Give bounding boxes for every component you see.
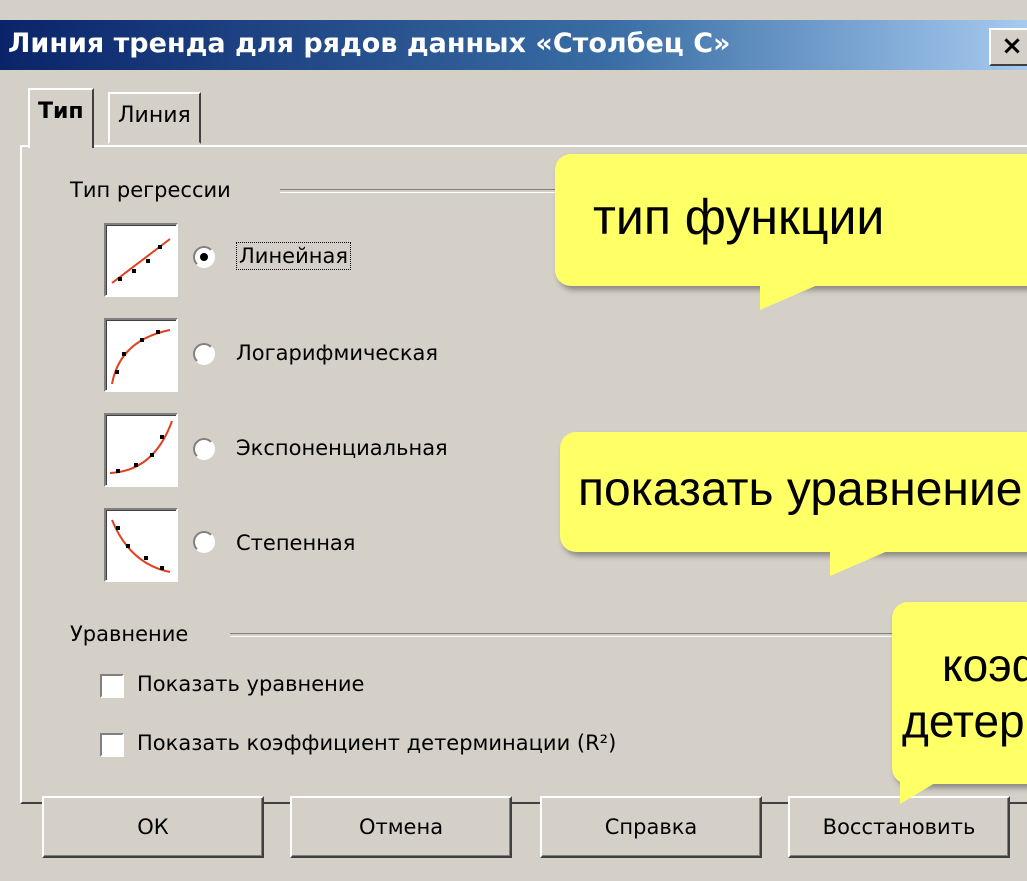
radio-exponential-label[interactable]: Экспоненциальная xyxy=(236,436,448,460)
show-r2-checkbox[interactable] xyxy=(100,733,124,757)
help-button[interactable]: Справка xyxy=(540,796,762,858)
radio-linear-label[interactable]: Линейная xyxy=(236,242,351,270)
close-icon: × xyxy=(1001,31,1023,61)
show-equation-checkbox[interactable] xyxy=(100,674,124,698)
linear-trend-icon[interactable] xyxy=(104,223,178,297)
radio-exponential[interactable] xyxy=(193,438,215,460)
radio-power[interactable] xyxy=(193,531,215,553)
window-title: Линия тренда для рядов данных «Столбец С… xyxy=(8,28,731,59)
radio-logarithmic[interactable] xyxy=(193,343,215,365)
power-trend-icon[interactable] xyxy=(104,508,178,582)
callout-function-type: тип функции xyxy=(555,154,1027,286)
cancel-button[interactable]: Отмена xyxy=(290,796,512,858)
radio-power-label[interactable]: Степенная xyxy=(236,531,355,555)
callout-coefficient: коэффициент детерминации xyxy=(892,602,1027,784)
reset-button[interactable]: Восстановить xyxy=(788,796,1010,858)
equation-group-divider xyxy=(230,633,1000,637)
radio-logarithmic-label[interactable]: Логарифмическая xyxy=(236,341,438,365)
ok-button[interactable]: ОК xyxy=(42,796,264,858)
radio-linear[interactable] xyxy=(193,246,215,268)
tab-type[interactable]: Тип xyxy=(28,88,94,148)
callout-coefficient-line1: коэффициент xyxy=(942,639,1027,691)
callout-coefficient-tail xyxy=(900,780,940,804)
callout-show-equation-tail xyxy=(830,550,890,576)
callout-function-type-tail xyxy=(760,284,820,310)
trendline-dialog: Линия тренда для рядов данных «Столбец С… xyxy=(0,0,1027,881)
logarithmic-trend-icon[interactable] xyxy=(104,318,178,392)
callout-show-equation: показать уравнение xyxy=(560,432,1027,552)
callout-function-type-text: тип функции xyxy=(593,189,885,245)
exponential-trend-icon[interactable] xyxy=(104,413,178,487)
title-bar: Линия тренда для рядов данных «Столбец С… xyxy=(0,20,1027,70)
equation-group-label: Уравнение xyxy=(70,622,199,646)
callout-coefficient-line2: детерминации xyxy=(902,695,1027,747)
show-equation-label[interactable]: Показать уравнение xyxy=(137,672,364,696)
close-button[interactable]: × xyxy=(989,28,1027,66)
callout-show-equation-text: показать уравнение xyxy=(578,463,1023,516)
tab-line[interactable]: Линия xyxy=(108,92,201,144)
regression-group-label: Тип регрессии xyxy=(70,178,241,202)
show-r2-label[interactable]: Показать коэффициент детерминации (R²) xyxy=(137,731,616,755)
